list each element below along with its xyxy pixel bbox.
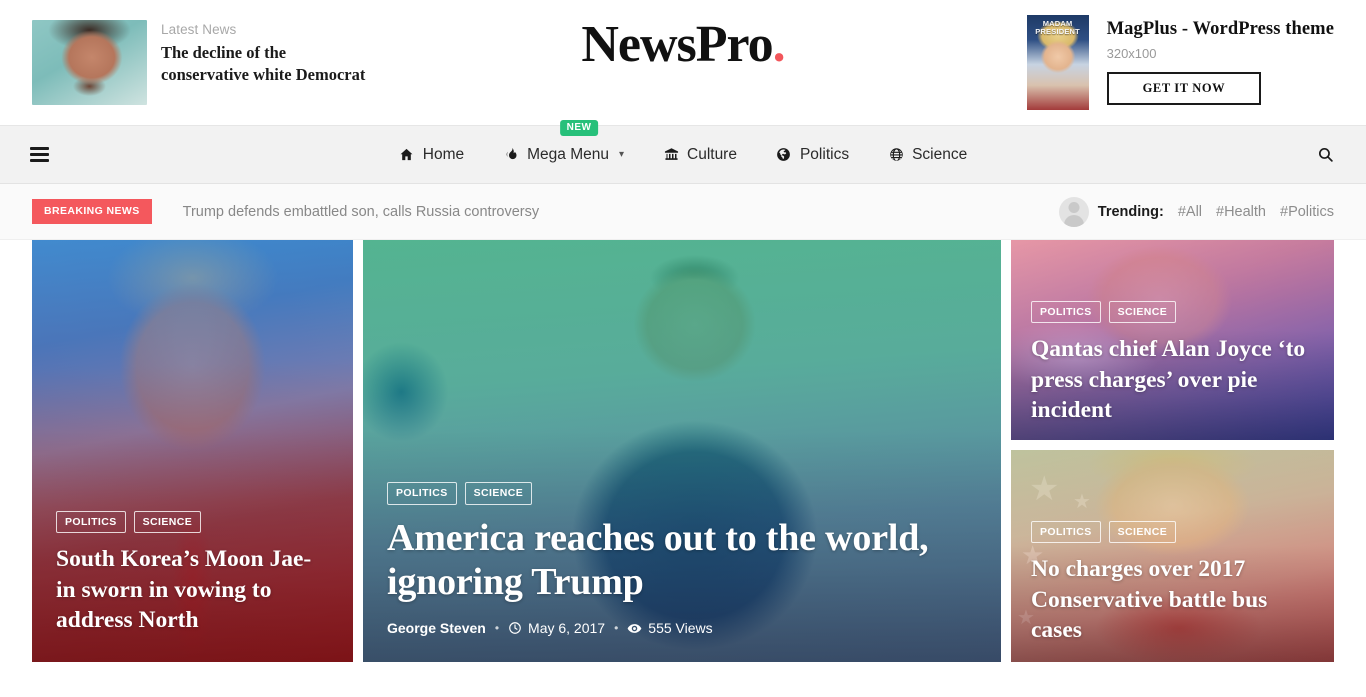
eye-icon [627,621,642,636]
card-categories: POLITICS SCIENCE [1031,520,1314,544]
card-body: POLITICS SCIENCE Qantas chief Alan Joyce… [1011,300,1334,440]
nav-item-politics[interactable]: Politics [776,142,849,168]
hamburger-bar [30,147,49,150]
card-title[interactable]: America reaches out to the world, ignori… [387,516,977,604]
flame-icon [503,147,519,163]
meta-separator: • [494,621,500,635]
latest-news-label: Latest News [161,22,237,37]
category-badge-science[interactable]: SCIENCE [464,482,533,505]
logo-dot: . [772,16,786,73]
museum-icon [663,147,679,163]
ad-title: MagPlus - WordPress theme [1106,19,1334,39]
latest-news-title[interactable]: The decline of the conservative white De… [161,42,371,86]
nav-item-mega-menu[interactable]: NEW Mega Menu ▾ [503,119,624,168]
site-logo[interactable]: NewsPro. [581,14,786,76]
trending-tag-all[interactable]: #All [1178,204,1202,220]
latest-news-text: Latest News The decline of the conservat… [161,20,371,86]
category-badge-science[interactable]: SCIENCE [1108,520,1177,544]
card-title[interactable]: Qantas chief Alan Joyce ‘to press charge… [1031,334,1314,426]
meta-separator: • [614,621,619,635]
trending-label: Trending: [1097,203,1164,220]
category-badge-politics[interactable]: POLITICS [387,482,457,505]
nav-item-home[interactable]: Home [399,142,464,168]
latest-news-thumbnail [32,20,147,105]
nav-item-label: Home [422,145,465,163]
globe-network-icon [888,147,904,163]
ad-body: MagPlus - WordPress theme 320x100 GET IT… [1106,15,1334,105]
hero-card-qantas[interactable]: POLITICS SCIENCE Qantas chief Alan Joyce… [1011,240,1334,440]
category-badge-politics[interactable]: POLITICS [1031,520,1101,544]
nav-item-culture[interactable]: Culture [663,142,737,168]
hero-main-column: POLITICS SCIENCE America reaches out to … [363,240,1001,662]
hero-grid: POLITICS SCIENCE South Korea’s Moon Jae-… [0,240,1366,662]
globe-americas-icon [776,147,792,163]
card-date-text: May 6, 2017 [528,620,606,636]
breaking-news-bar: BREAKING NEWS Trump defends embattled so… [0,184,1366,240]
card-categories: POLITICS SCIENCE [56,510,329,534]
header-advertisement[interactable]: MADAM PRESIDENT MagPlus - WordPress them… [1026,15,1334,110]
breaking-news-badge[interactable]: BREAKING NEWS [32,199,152,224]
home-icon [399,147,415,163]
chevron-down-icon[interactable]: ▾ [619,149,624,160]
category-badge-science[interactable]: SCIENCE [133,510,202,534]
logo-text: NewsPro [581,16,773,73]
card-date: May 6, 2017 [508,620,605,636]
trending-block: Trending: #All #Health #Politics [1058,196,1334,227]
hero-card-battle-bus[interactable]: ★ ★ ★ ★ POLITICS SCIENCE No charges over… [1011,450,1334,662]
nav-item-label: Mega Menu [527,145,609,163]
breaking-news-headline[interactable]: Trump defends embattled son, calls Russi… [183,204,539,220]
card-views: 555 Views [627,620,713,636]
hero-left-column: POLITICS SCIENCE South Korea’s Moon Jae-… [32,240,353,662]
new-badge: NEW [559,119,599,136]
card-meta: George Steven • May 6, 2017 • 555 Views [387,620,977,636]
hamburger-bar [30,159,49,162]
user-avatar-icon[interactable] [1058,196,1089,227]
nav-item-label: Science [912,145,968,163]
hamburger-bar [30,153,49,156]
latest-news-block[interactable]: Latest News The decline of the conservat… [32,20,372,105]
card-categories: POLITICS SCIENCE [1031,300,1314,324]
hero-card-america-reaches-out[interactable]: POLITICS SCIENCE America reaches out to … [363,240,1001,662]
card-body: POLITICS SCIENCE America reaches out to … [363,482,1001,662]
card-body: POLITICS SCIENCE No charges over 2017 Co… [1011,520,1334,662]
trending-tag-health[interactable]: #Health [1216,204,1266,220]
card-title[interactable]: No charges over 2017 Conservative battle… [1031,554,1314,646]
category-badge-politics[interactable]: POLITICS [56,510,126,534]
hamburger-icon[interactable] [30,147,49,162]
site-header: Latest News The decline of the conservat… [0,0,1366,125]
clock-icon [508,621,522,635]
card-title[interactable]: South Korea’s Moon Jae-in sworn in vowin… [56,544,329,636]
card-categories: POLITICS SCIENCE [387,482,977,505]
hero-right-column: POLITICS SCIENCE Qantas chief Alan Joyce… [1011,240,1334,662]
hero-card-south-korea[interactable]: POLITICS SCIENCE South Korea’s Moon Jae-… [32,240,353,662]
nav-menu: Home NEW Mega Menu ▾ Culture Politics Sc… [0,119,1366,168]
nav-item-label: Politics [799,145,850,163]
nav-item-label: Culture [687,145,737,163]
nav-item-science[interactable]: Science [888,142,967,168]
ad-cta-button[interactable]: GET IT NOW [1106,72,1262,105]
category-badge-politics[interactable]: POLITICS [1031,300,1101,324]
category-badge-science[interactable]: SCIENCE [1108,300,1177,324]
ad-thumbnail-caption: MADAM PRESIDENT [1035,19,1080,36]
main-navigation-bar: Home NEW Mega Menu ▾ Culture Politics Sc… [0,119,1366,184]
ad-thumbnail: MADAM PRESIDENT [1026,15,1089,110]
card-body: POLITICS SCIENCE South Korea’s Moon Jae-… [32,510,353,662]
ad-size-label: 320x100 [1106,46,1157,61]
trending-tag-politics[interactable]: #Politics [1280,204,1334,220]
card-views-text: 555 Views [648,620,713,636]
card-author[interactable]: George Steven [387,620,486,636]
search-icon[interactable] [1314,144,1336,166]
